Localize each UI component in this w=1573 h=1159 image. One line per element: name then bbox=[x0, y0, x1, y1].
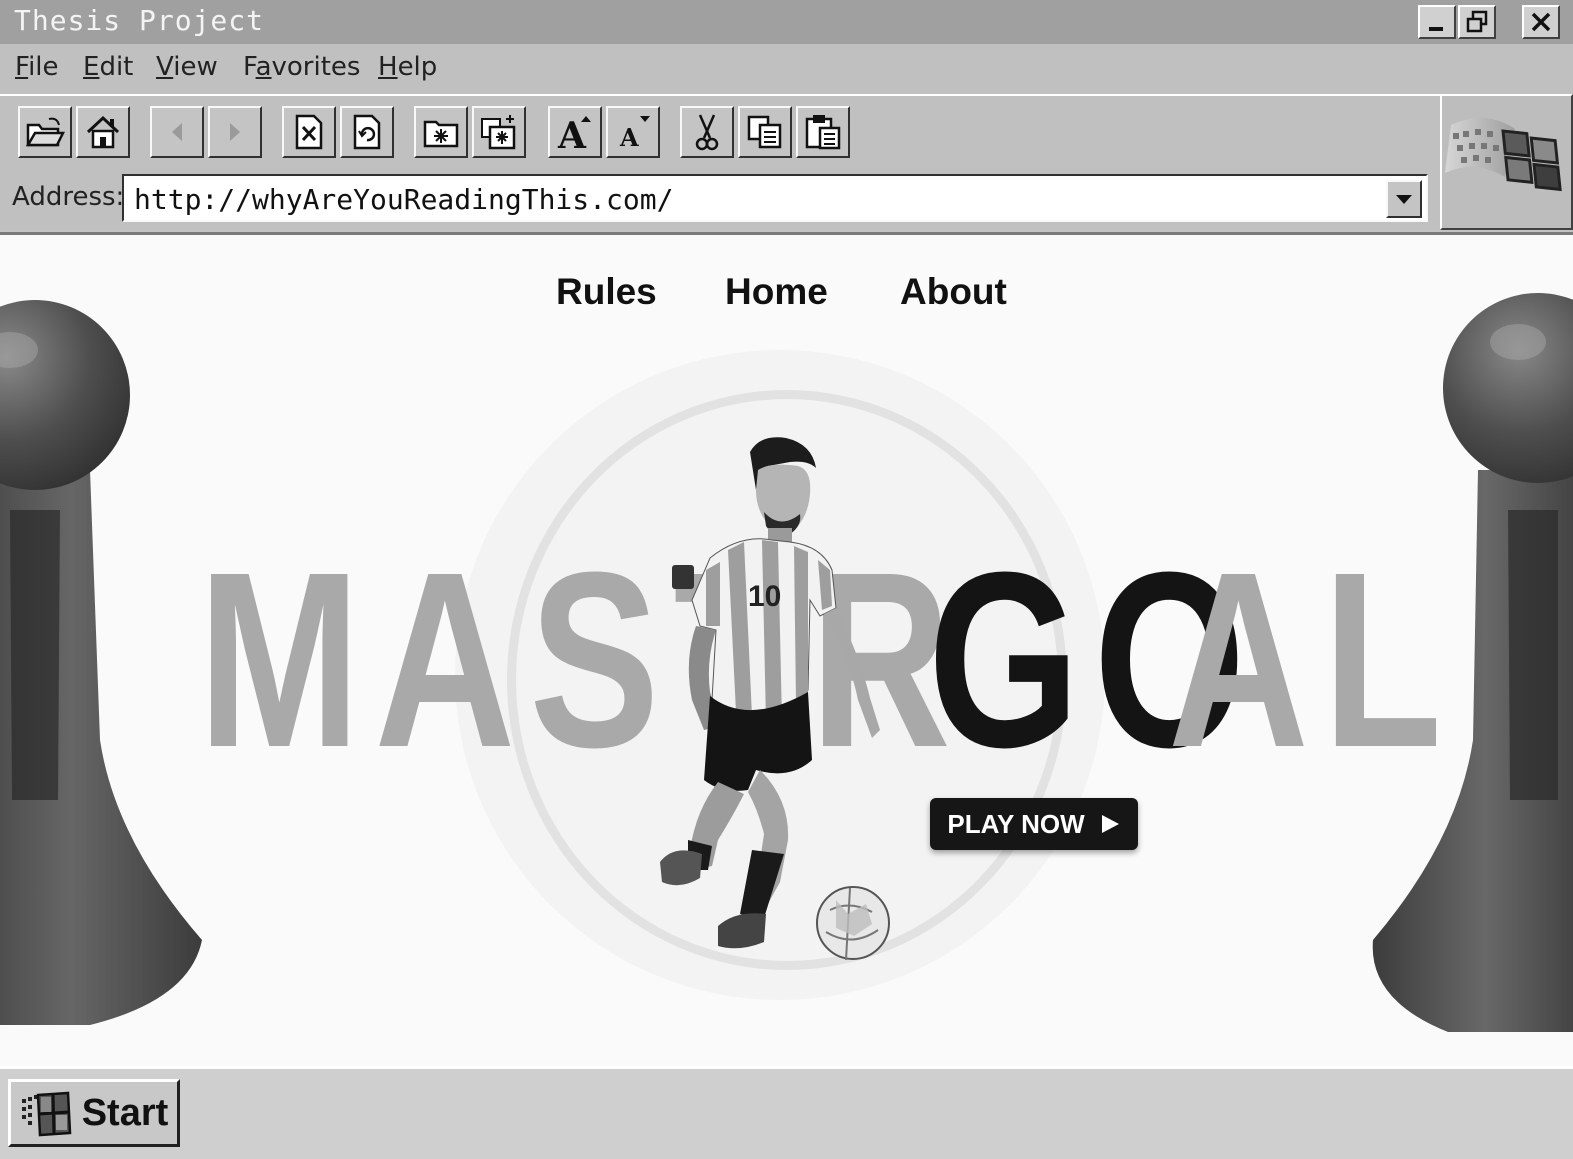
forward-button[interactable] bbox=[208, 106, 262, 158]
stop-button[interactable] bbox=[282, 106, 336, 158]
address-bar: Address: http://whyAreYouReadingThis.com… bbox=[0, 166, 1440, 230]
title-bar[interactable]: Thesis Project bbox=[0, 0, 1573, 44]
back-button[interactable] bbox=[150, 106, 204, 158]
close-icon bbox=[1531, 12, 1551, 32]
favorites-button[interactable] bbox=[414, 106, 468, 158]
start-label: Start bbox=[81, 1091, 169, 1134]
font-larger-button[interactable]: A bbox=[548, 106, 602, 158]
restore-icon bbox=[1466, 10, 1488, 33]
copy-icon bbox=[747, 115, 782, 149]
stop-icon bbox=[295, 114, 323, 150]
font-smaller-button[interactable]: A bbox=[606, 106, 660, 158]
paste-icon bbox=[805, 115, 841, 150]
start-logo-icon bbox=[21, 1091, 72, 1137]
minimize-icon bbox=[1429, 27, 1443, 31]
svg-text:A: A bbox=[619, 123, 639, 152]
address-dropdown-button[interactable] bbox=[1386, 180, 1422, 218]
cut-icon bbox=[695, 114, 719, 151]
minimize-button[interactable] bbox=[1418, 5, 1456, 39]
menu-bar: File Edit View Favorites Help bbox=[0, 44, 1573, 94]
nav-home[interactable]: Home bbox=[725, 271, 828, 313]
menu-help[interactable]: Help bbox=[378, 52, 437, 82]
nav-about[interactable]: About bbox=[900, 271, 1007, 313]
font-larger-icon: A bbox=[557, 115, 591, 152]
play-icon bbox=[1101, 815, 1119, 833]
menu-file[interactable]: File bbox=[15, 52, 59, 82]
nav-rules[interactable]: Rules bbox=[556, 271, 657, 313]
windows-logo-icon bbox=[1444, 117, 1562, 192]
start-button[interactable]: Start bbox=[8, 1079, 180, 1147]
toolbar: A A bbox=[0, 94, 1440, 166]
add-favorite-icon bbox=[481, 115, 516, 150]
font-smaller-icon: A bbox=[619, 116, 650, 152]
back-icon bbox=[172, 123, 182, 141]
window-title: Thesis Project bbox=[14, 4, 265, 37]
taskbar: Start bbox=[0, 1066, 1573, 1159]
menu-edit[interactable]: Edit bbox=[83, 52, 133, 82]
restore-button[interactable] bbox=[1458, 5, 1496, 39]
home-icon bbox=[86, 115, 120, 149]
browser-window: Thesis Project File Edit View Favorites … bbox=[0, 0, 1573, 1159]
favorites-icon bbox=[423, 120, 459, 148]
address-label: Address: bbox=[12, 182, 125, 212]
menu-favorites[interactable]: Favorites bbox=[243, 52, 360, 82]
player-image: 10 bbox=[660, 437, 890, 961]
cut-button[interactable] bbox=[680, 106, 734, 158]
refresh-button[interactable] bbox=[340, 106, 394, 158]
pawn-left-icon bbox=[0, 300, 202, 1025]
paste-button[interactable] bbox=[796, 106, 850, 158]
menu-view[interactable]: View bbox=[156, 52, 218, 82]
copy-button[interactable] bbox=[738, 106, 792, 158]
open-button[interactable] bbox=[18, 106, 72, 158]
forward-icon bbox=[230, 123, 240, 141]
play-now-button[interactable]: PLAY NOW bbox=[930, 798, 1138, 850]
refresh-icon bbox=[353, 114, 381, 150]
hero-title-part-3: AL bbox=[1168, 520, 1457, 799]
address-url[interactable]: http://whyAreYouReadingThis.com/ bbox=[134, 183, 673, 216]
open-folder-icon bbox=[25, 117, 65, 147]
windows-logo-panel bbox=[1440, 94, 1573, 230]
home-button[interactable] bbox=[76, 106, 130, 158]
page-content: Rules Home About MAST R GO AL 10 PLAY NO… bbox=[0, 232, 1573, 1066]
close-button[interactable] bbox=[1522, 5, 1560, 39]
address-input[interactable]: http://whyAreYouReadingThis.com/ bbox=[122, 174, 1428, 222]
play-now-label: PLAY NOW bbox=[947, 808, 1085, 839]
svg-text:10: 10 bbox=[748, 580, 781, 613]
chevron-down-icon bbox=[1396, 195, 1412, 204]
add-favorite-button[interactable] bbox=[472, 106, 526, 158]
